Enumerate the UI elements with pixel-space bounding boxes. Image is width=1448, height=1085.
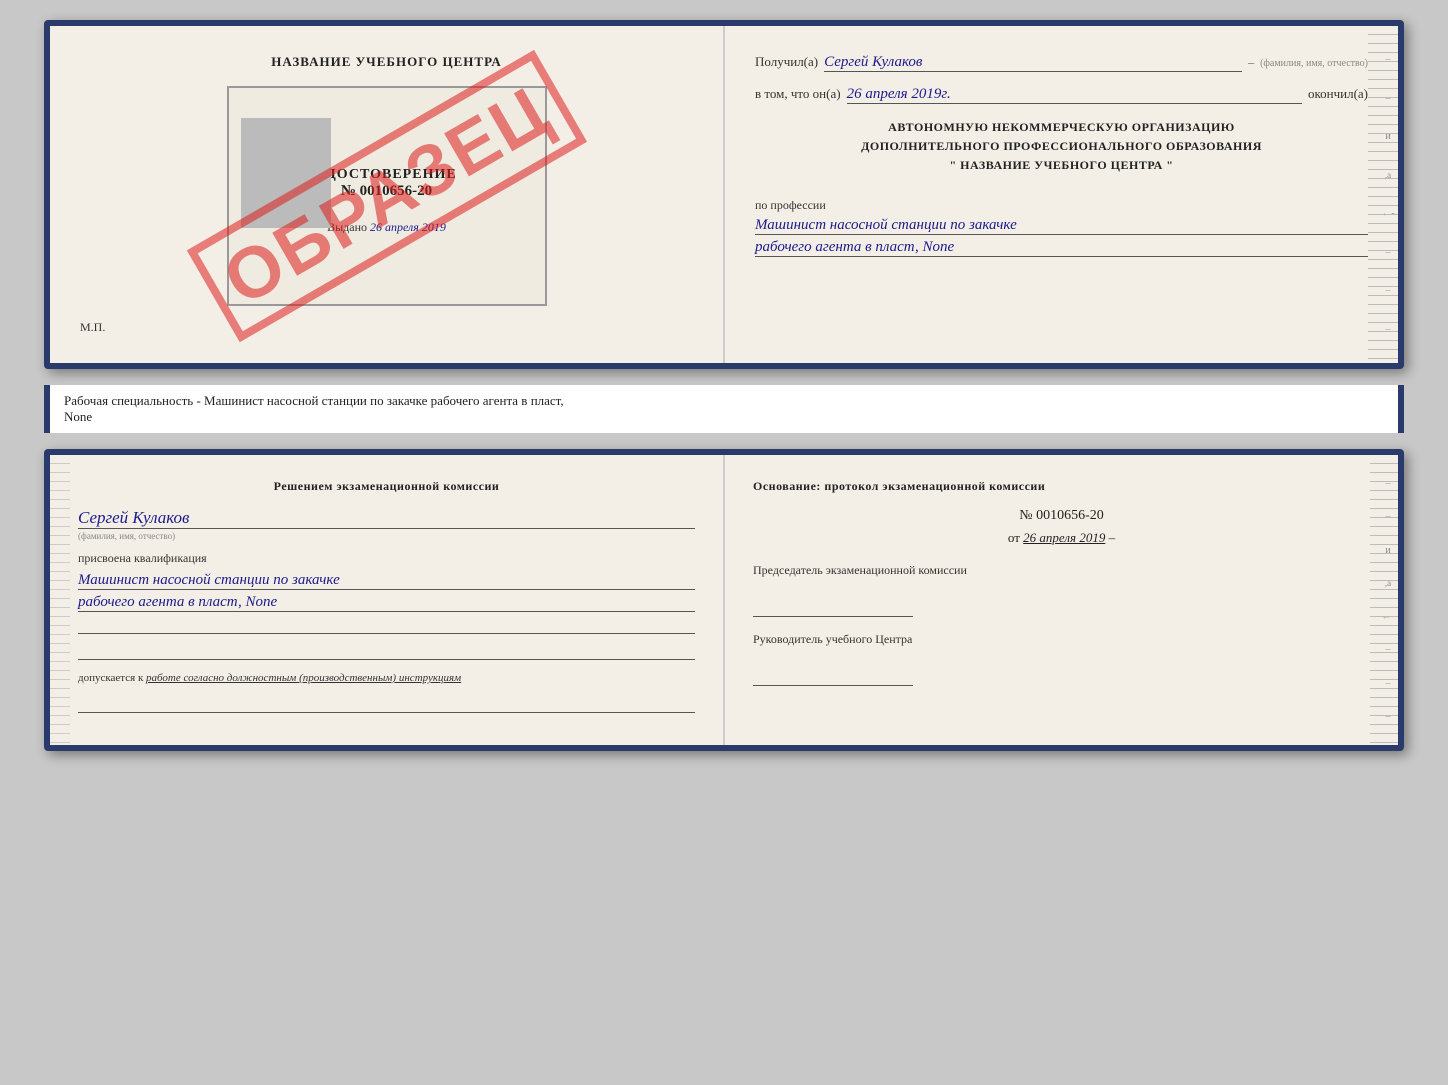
org-line1: АВТОНОМНУЮ НЕКОММЕРЧЕСКУЮ ОРГАНИЗАЦИЮ (755, 118, 1368, 137)
bottom-left-heading: Решением экзаменационной комиссии (78, 479, 695, 494)
director-label: Руководитель учебного Центра (753, 631, 1370, 648)
bottom-left-panel: Решением экзаменационной комиссии Сергей… (50, 455, 725, 745)
top-document-spread: НАЗВАНИЕ УЧЕБНОГО ЦЕНТРА ОБРАЗЕЦ УДОСТОВ… (44, 20, 1404, 369)
received-row: Получил(а) Сергей Кулаков – (фамилия, им… (755, 54, 1368, 72)
in-that-label: в том, что он(а) (755, 86, 841, 102)
finished-label: окончил(а) (1308, 86, 1368, 102)
bottom-name-hint: (фамилия, имя, отчество) (78, 531, 695, 541)
director-sig-line (753, 668, 913, 686)
name-hint-top: (фамилия, имя, отчество) (1260, 58, 1368, 69)
blank-line-1 (78, 616, 695, 634)
qual-line2: рабочего агента в пласт, None (78, 594, 695, 612)
protocol-date-dash: – (1109, 530, 1116, 545)
protocol-number: № 0010656-20 (753, 508, 1370, 524)
cert-issued: Выдано 26 апреля 2019 (327, 220, 446, 235)
profession-label: по профессии (755, 198, 1368, 213)
basis-heading: Основание: протокол экзаменационной коми… (753, 479, 1370, 494)
bottom-document-spread: Решением экзаменационной комиссии Сергей… (44, 449, 1404, 751)
in-that-date: 26 апреля 2019г. (847, 86, 1302, 104)
blank-line-3 (78, 695, 695, 713)
center-title-top: НАЗВАНИЕ УЧЕБНОГО ЦЕНТРА (271, 54, 502, 70)
org-line2: ДОПОЛНИТЕЛЬНОГО ПРОФЕССИОНАЛЬНОГО ОБРАЗО… (755, 137, 1368, 156)
received-label: Получил(а) (755, 54, 818, 70)
chairman-label: Председатель экзаменационной комиссии (753, 562, 1370, 579)
cert-number: № 0010656-20 (341, 183, 432, 200)
top-right-panel: Получил(а) Сергей Кулаков – (фамилия, им… (725, 26, 1398, 363)
top-left-panel: НАЗВАНИЕ УЧЕБНОГО ЦЕНТРА ОБРАЗЕЦ УДОСТОВ… (50, 26, 725, 363)
issued-label: Выдано (327, 220, 367, 234)
protocol-date-value: 26 апреля 2019 (1023, 530, 1105, 545)
допускается-prefix: допускается к (78, 672, 143, 684)
certificate-box: ОБРАЗЕЦ УДОСТОВЕРЕНИЕ № 0010656-20 Выдан… (227, 86, 547, 306)
mp-label: М.П. (80, 320, 105, 335)
qual-line1: Машинист насосной станции по закачке (78, 572, 695, 590)
director-section: Руководитель учебного Центра (753, 631, 1370, 686)
profession-line1: Машинист насосной станции по закачке (755, 217, 1368, 235)
допускается-block: допускается к работе согласно должностны… (78, 670, 695, 687)
blank-line-2 (78, 642, 695, 660)
protocol-date: от 26 апреля 2019 – (753, 530, 1370, 546)
separator-text-line2: None (64, 409, 1384, 425)
profession-block: по профессии Машинист насосной станции п… (755, 190, 1368, 257)
separator-section: Рабочая специальность - Машинист насосно… (44, 385, 1404, 433)
side-dashes-bottom-right: – – и ,а ←- – – – (1380, 455, 1396, 745)
protocol-number-value: № 0010656-20 (1019, 508, 1104, 523)
chairman-sig-line (753, 599, 913, 617)
side-dashes-right: – – и ,а ←- – – – (1380, 26, 1396, 363)
separator-text-line1: Рабочая специальность - Машинист насосно… (64, 393, 1384, 409)
in-that-row: в том, что он(а) 26 апреля 2019г. окончи… (755, 86, 1368, 104)
org-line3: " НАЗВАНИЕ УЧЕБНОГО ЦЕНТРА " (755, 156, 1368, 175)
issued-date: 26 апреля 2019 (370, 220, 446, 234)
chairman-section: Председатель экзаменационной комиссии (753, 562, 1370, 617)
bottom-name: Сергей Кулаков (78, 508, 695, 529)
bottom-right-panel: Основание: протокол экзаменационной коми… (725, 455, 1398, 745)
допускается-value: работе согласно должностным (производств… (146, 672, 461, 684)
org-block: АВТОНОМНУЮ НЕКОММЕРЧЕСКУЮ ОРГАНИЗАЦИЮ ДО… (755, 118, 1368, 176)
received-name: Сергей Кулаков (824, 54, 1242, 72)
profession-line2: рабочего агента в пласт, None (755, 239, 1368, 257)
protocol-date-prefix: от (1008, 530, 1020, 545)
qual-label: присвоена квалификация (78, 551, 695, 566)
cert-title: УДОСТОВЕРЕНИЕ (316, 167, 456, 183)
photo-placeholder (241, 118, 331, 228)
right-content: Получил(а) Сергей Кулаков – (фамилия, им… (755, 54, 1368, 257)
